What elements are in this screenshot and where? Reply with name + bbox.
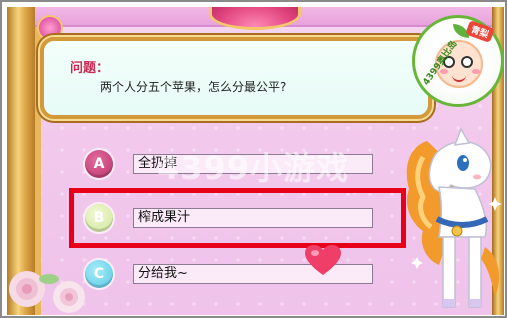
game-scene: 问题： 两个人分五个苹果，怎么分最公平? 4399奥比岛 青梨 A 全扔掉 B … [7, 7, 504, 315]
roses-decoration [9, 271, 85, 313]
selected-answer-highlight [69, 188, 406, 248]
game-frame: 问题： 两个人分五个苹果，怎么分最公平? 4399奥比岛 青梨 A 全扔掉 B … [0, 0, 507, 318]
logo-badge: 4399奥比岛 青梨 [412, 15, 504, 107]
option-a[interactable]: A 全扔掉 [85, 150, 385, 178]
top-left-ornament [39, 17, 61, 39]
question-text: 两个人分五个苹果，怎么分最公平? [100, 80, 287, 94]
question-label: 问题： [70, 61, 110, 76]
pony-character [406, 127, 502, 308]
option-a-letter[interactable]: A [85, 150, 113, 178]
option-a-text[interactable]: 全扔掉 [133, 154, 373, 174]
question-panel: 问题： 两个人分五个苹果，怎么分最公平? [40, 37, 432, 119]
heart-icon [305, 245, 341, 275]
